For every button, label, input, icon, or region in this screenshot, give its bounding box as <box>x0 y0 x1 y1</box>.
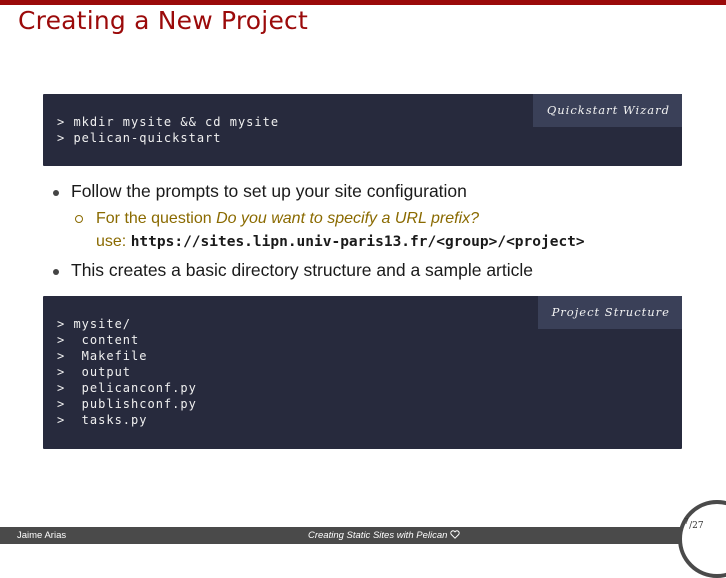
code-line: > content <box>57 333 140 347</box>
use-url: https://sites.lipn.univ-paris13.fr/<grou… <box>130 234 585 250</box>
code-block-tag: Project Structure <box>537 296 682 329</box>
sub-bullet-question: For the question Do you want to specify … <box>96 210 479 228</box>
page-total: 27 <box>692 521 704 531</box>
use-label: use: <box>96 233 131 250</box>
heart-icon <box>450 530 461 542</box>
footer-title-text: Creating Static Sites with Pelican <box>308 530 448 541</box>
sub-question: Do you want to specify a URL prefix? <box>216 210 480 227</box>
bullet-dot-icon <box>53 269 59 275</box>
code-block-tag: Quickstart Wizard <box>532 94 682 127</box>
sub-bullet-use: use: https://sites.lipn.univ-paris13.fr/… <box>96 233 585 251</box>
code-line: > pelicanconf.py <box>57 381 197 395</box>
footer-author: Jaime Arias <box>17 530 67 541</box>
top-accent-bar <box>0 0 726 5</box>
code-line: > mkdir mysite && cd mysite <box>57 115 280 129</box>
code-line: > pelican-quickstart <box>57 131 222 145</box>
code-lines: > mysite/ > content > Makefile > output > pe… <box>57 316 197 428</box>
code-line: > tasks.py <box>57 413 148 427</box>
footer-bar: Jaime Arias Creating Static Sites with P… <box>0 527 726 544</box>
code-line: > output <box>57 365 132 379</box>
code-line: > Makefile <box>57 349 148 363</box>
sub-prefix: For the question <box>96 210 217 227</box>
code-block-structure: Project Structure > mysite/ > content > Ma… <box>43 296 682 449</box>
code-block-quickstart: Quickstart Wizard > mkdir mysite && cd m… <box>43 94 682 166</box>
code-lines: > mkdir mysite && cd mysite > pelican-qui… <box>57 114 279 146</box>
slide-title: Creating a New Project <box>18 6 308 35</box>
sub-bullet-circle-icon <box>75 215 83 223</box>
bullet-text: This creates a basic directory structure… <box>71 260 533 280</box>
bullet-text: Follow the prompts to set up your site c… <box>71 181 467 201</box>
code-line: > mysite/ <box>57 317 132 331</box>
footer-title: Creating Static Sites with Pelican <box>308 530 461 542</box>
bullet-dot-icon <box>53 190 59 196</box>
page-number-badge <box>678 500 726 578</box>
page-number: 7/27 <box>684 517 704 531</box>
code-line: > publishconf.py <box>57 397 197 411</box>
